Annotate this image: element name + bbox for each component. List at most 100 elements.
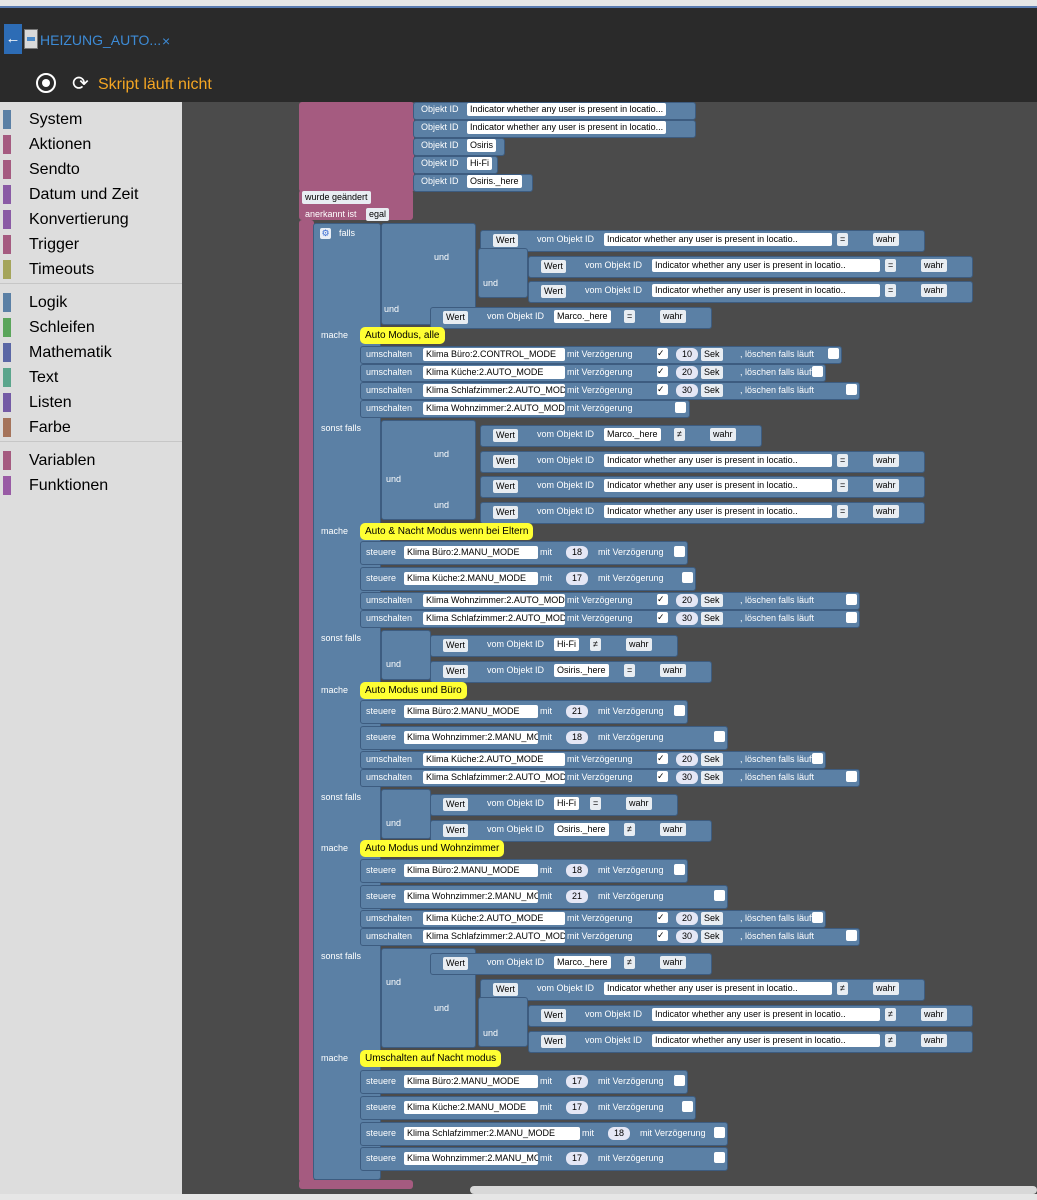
boolean-dropdown[interactable]: wahr <box>921 1034 947 1047</box>
unit-dropdown[interactable]: Sek <box>701 612 723 625</box>
value-dropdown[interactable]: Wert <box>493 983 518 996</box>
tab-close-icon[interactable]: × <box>162 33 170 49</box>
operator-dropdown[interactable]: = <box>837 454 849 467</box>
clear-checkbox[interactable] <box>812 912 823 923</box>
device-field[interactable]: Klima Wohnzimmer:2.MANU_MODE <box>404 890 538 903</box>
ack-dropdown[interactable]: egal <box>366 208 390 221</box>
device-field[interactable]: Klima Wohnzimmer:2.AUTO_MODE <box>423 594 565 607</box>
device-field[interactable]: Klima Büro:2.CONTROL_MODE <box>423 348 565 361</box>
device-field[interactable]: Klima Schlafzimmer:2.AUTO_MODE <box>423 384 565 397</box>
device-field[interactable]: Klima Schlafzimmer:2.AUTO_MODE <box>423 771 565 784</box>
trigger-object-id-field[interactable]: Osiris._here <box>467 175 522 188</box>
delay-checkbox[interactable] <box>674 1075 685 1086</box>
category-group2-3[interactable]: Text <box>0 365 182 390</box>
boolean-dropdown[interactable]: wahr <box>873 233 899 246</box>
clear-checkbox[interactable] <box>846 384 857 395</box>
gear-icon[interactable]: ⚙ <box>320 228 331 239</box>
delay-checkbox[interactable] <box>682 572 693 583</box>
trigger-object-id-field[interactable]: Hi-Fi <box>467 157 492 170</box>
operator-dropdown[interactable]: = <box>885 284 897 297</box>
category-group1-0[interactable]: System <box>0 107 182 132</box>
operator-dropdown[interactable]: = <box>624 310 636 323</box>
delay-checkbox[interactable] <box>682 1101 693 1112</box>
delay-checkbox[interactable] <box>714 731 725 742</box>
device-field[interactable]: Klima Küche:2.AUTO_MODE <box>423 366 565 379</box>
delay-checkbox[interactable] <box>675 402 686 413</box>
unit-dropdown[interactable]: Sek <box>701 366 723 379</box>
object-id-field[interactable]: Marco._here <box>554 310 611 323</box>
and-block[interactable] <box>381 420 476 520</box>
value-dropdown[interactable]: Wert <box>443 957 468 970</box>
value-dropdown[interactable]: Wert <box>541 1035 566 1048</box>
refresh-icon[interactable]: ⟳ <box>72 71 89 96</box>
boolean-dropdown[interactable]: wahr <box>921 284 947 297</box>
category-group2-1[interactable]: Schleifen <box>0 315 182 340</box>
category-group1-5[interactable]: Trigger <box>0 232 182 257</box>
horizontal-scrollbar[interactable] <box>470 1186 1037 1194</box>
object-id-field[interactable]: Hi-Fi <box>554 638 579 651</box>
object-id-field[interactable]: Osiris._here <box>554 823 609 836</box>
comment-block[interactable]: Auto Modus, alle <box>360 327 445 344</box>
operator-dropdown[interactable]: ≠ <box>837 982 848 995</box>
boolean-dropdown[interactable]: wahr <box>873 505 899 518</box>
boolean-dropdown[interactable]: wahr <box>626 638 652 651</box>
operator-dropdown[interactable]: = <box>837 479 849 492</box>
value-dropdown[interactable]: Wert <box>493 506 518 519</box>
object-id-field[interactable]: Osiris._here <box>554 664 609 677</box>
trigger-block-spine[interactable] <box>299 220 314 1182</box>
object-id-field[interactable]: Indicator whether any user is present in… <box>604 982 832 995</box>
operator-dropdown[interactable]: ≠ <box>624 823 635 836</box>
device-field[interactable]: Klima Schlafzimmer:2.AUTO_MODE <box>423 612 565 625</box>
trigger-block-bottom[interactable] <box>299 1180 413 1189</box>
object-id-field[interactable]: Indicator whether any user is present in… <box>604 479 832 492</box>
target-icon[interactable] <box>36 73 56 93</box>
delay-checkbox[interactable] <box>674 546 685 557</box>
delay-checkbox[interactable] <box>714 1127 725 1138</box>
and-block[interactable] <box>381 630 431 680</box>
unit-dropdown[interactable]: Sek <box>701 930 723 943</box>
device-field[interactable]: Klima Wohnzimmer:2.MANU_MODE <box>404 1152 538 1165</box>
comment-block[interactable]: Auto & Nacht Modus wenn bei Eltern <box>360 523 534 540</box>
boolean-dropdown[interactable]: wahr <box>873 479 899 492</box>
value-dropdown[interactable]: Wert <box>541 285 566 298</box>
object-id-field[interactable]: Indicator whether any user is present in… <box>652 284 880 297</box>
unit-dropdown[interactable]: Sek <box>701 771 723 784</box>
value-dropdown[interactable]: Wert <box>443 639 468 652</box>
value-dropdown[interactable]: Wert <box>541 260 566 273</box>
change-type-dropdown[interactable]: wurde geändert <box>302 191 371 204</box>
object-id-field[interactable]: Marco._here <box>554 956 611 969</box>
clear-checkbox[interactable] <box>812 366 823 377</box>
unit-dropdown[interactable]: Sek <box>701 753 723 766</box>
back-arrow-icon[interactable]: ← <box>4 24 22 54</box>
device-field[interactable]: Klima Büro:2.MANU_MODE <box>404 705 538 718</box>
device-field[interactable]: Klima Küche:2.AUTO_MODE <box>423 753 565 766</box>
clear-checkbox[interactable] <box>846 930 857 941</box>
operator-dropdown[interactable]: ≠ <box>674 428 685 441</box>
unit-dropdown[interactable]: Sek <box>701 348 723 361</box>
object-id-field[interactable]: Indicator whether any user is present in… <box>652 259 880 272</box>
device-field[interactable]: Klima Schlafzimmer:2.AUTO_MODE <box>423 930 565 943</box>
category-group1-6[interactable]: Timeouts <box>0 257 182 282</box>
device-field[interactable]: Klima Büro:2.MANU_MODE <box>404 864 538 877</box>
device-field[interactable]: Klima Büro:2.MANU_MODE <box>404 1075 538 1088</box>
device-field[interactable]: Klima Wohnzimmer:2.MANU_MODE <box>404 731 538 744</box>
category-group2-5[interactable]: Farbe <box>0 415 182 440</box>
operator-dropdown[interactable]: = <box>837 233 849 246</box>
operator-dropdown[interactable]: = <box>624 664 636 677</box>
operator-dropdown[interactable]: ≠ <box>885 1008 896 1021</box>
object-id-field[interactable]: Indicator whether any user is present in… <box>604 454 832 467</box>
clear-checkbox[interactable] <box>846 612 857 623</box>
value-dropdown[interactable]: Wert <box>541 1009 566 1022</box>
category-group2-0[interactable]: Logik <box>0 290 182 315</box>
device-field[interactable]: Klima Küche:2.MANU_MODE <box>404 1101 538 1114</box>
category-group2-4[interactable]: Listen <box>0 390 182 415</box>
boolean-dropdown[interactable]: wahr <box>873 454 899 467</box>
boolean-dropdown[interactable]: wahr <box>710 428 736 441</box>
device-field[interactable]: Klima Küche:2.AUTO_MODE <box>423 912 565 925</box>
operator-dropdown[interactable]: ≠ <box>885 1034 896 1047</box>
value-dropdown[interactable]: Wert <box>493 234 518 247</box>
delay-checkbox[interactable] <box>674 864 685 875</box>
object-id-field[interactable]: Hi-Fi <box>554 797 579 810</box>
boolean-dropdown[interactable]: wahr <box>660 956 686 969</box>
operator-dropdown[interactable]: = <box>590 797 602 810</box>
